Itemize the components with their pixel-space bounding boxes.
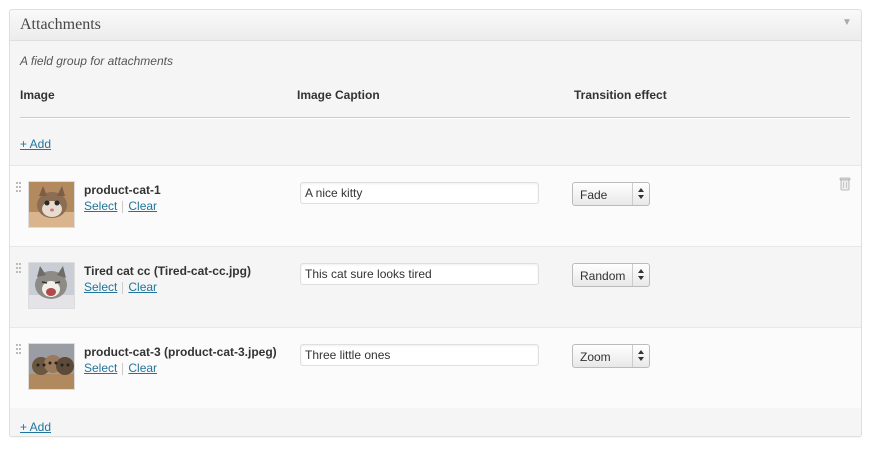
attachments-metabox: Attachments ▼ A field group for attachme… [9, 9, 862, 437]
collapse-toggle-icon[interactable]: ▼ [842, 18, 852, 28]
transition-select[interactable]: Fade [572, 182, 650, 206]
table-row: Tired cat cc (Tired-cat-cc.jpg) Select Cl… [10, 246, 861, 327]
select-link[interactable]: Select [84, 361, 117, 375]
attachment-name: product-cat-3 (product-cat-3.jpeg) [84, 345, 277, 359]
clear-link[interactable]: Clear [128, 280, 157, 294]
select-arrows-icon [632, 345, 649, 367]
caption-input[interactable] [300, 344, 539, 366]
trash-icon[interactable] [839, 177, 851, 191]
metabox-inside: A field group for attachments Image Imag… [10, 41, 861, 436]
metabox-header[interactable]: Attachments ▼ [10, 10, 861, 41]
attachment-name: Tired cat cc (Tired-cat-cc.jpg) [84, 264, 251, 278]
drag-handle-icon[interactable] [16, 263, 21, 275]
caption-input[interactable] [300, 182, 539, 204]
select-link[interactable]: Select [84, 280, 117, 294]
transition-select-value: Random [580, 269, 626, 283]
attachment-actions: Select Clear [84, 280, 157, 294]
action-separator [122, 281, 124, 294]
select-link[interactable]: Select [84, 199, 117, 213]
attachment-name: product-cat-1 [84, 183, 161, 197]
drag-handle-icon[interactable] [16, 344, 21, 356]
drag-handle-icon[interactable] [16, 182, 21, 194]
add-row-link-bottom[interactable]: + Add [20, 420, 51, 434]
image-thumbnail [28, 343, 75, 390]
attachment-actions: Select Clear [84, 199, 157, 213]
transition-select-value: Fade [580, 188, 608, 202]
table-row: product-cat-3 (product-cat-3.jpeg) Selec… [10, 327, 861, 408]
action-separator [122, 200, 124, 213]
table-row: product-cat-1 Select Clear Fade [10, 165, 861, 246]
field-group-description: A field group for attachments [20, 54, 173, 68]
image-thumbnail [28, 262, 75, 309]
select-arrows-icon [632, 264, 649, 286]
transition-select[interactable]: Zoom [572, 344, 650, 368]
transition-select-value: Zoom [580, 350, 611, 364]
attachment-actions: Select Clear [84, 361, 157, 375]
add-row-link-top[interactable]: + Add [20, 137, 51, 151]
column-header-caption: Image Caption [297, 88, 380, 102]
action-separator [122, 362, 124, 375]
clear-link[interactable]: Clear [128, 361, 157, 375]
select-arrows-icon [632, 183, 649, 205]
image-thumbnail [28, 181, 75, 228]
transition-select[interactable]: Random [572, 263, 650, 287]
clear-link[interactable]: Clear [128, 199, 157, 213]
caption-input[interactable] [300, 263, 539, 285]
metabox-title: Attachments [20, 16, 101, 33]
header-divider [20, 117, 850, 119]
column-header-transition: Transition effect [574, 88, 667, 102]
column-header-image: Image [20, 88, 55, 102]
